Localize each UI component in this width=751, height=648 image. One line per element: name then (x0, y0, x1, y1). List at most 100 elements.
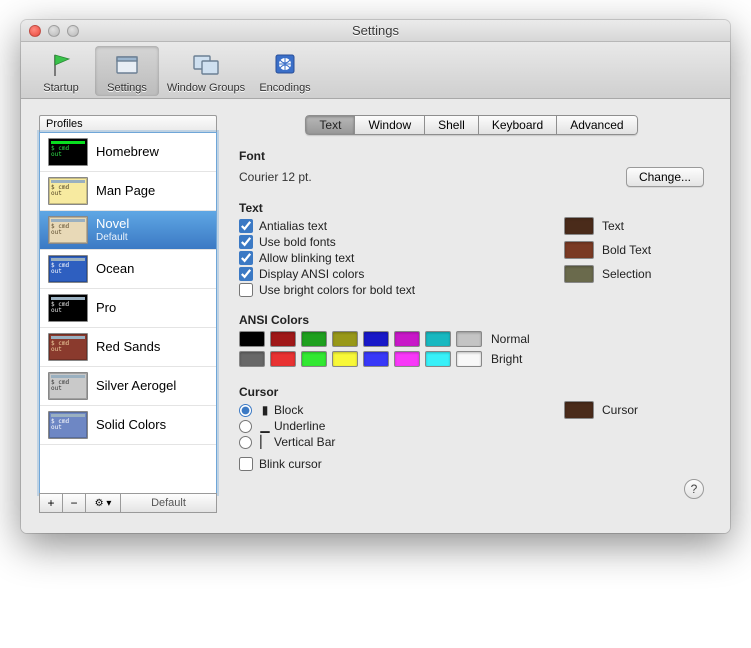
ansi-well[interactable] (456, 331, 482, 347)
toolbar-window-groups[interactable]: Window Groups (161, 46, 251, 96)
cursor-color-well[interactable] (564, 401, 594, 419)
ansi-well[interactable] (270, 331, 296, 347)
cursor-shape-radio-vertical-bar[interactable] (239, 436, 252, 449)
windows-icon (191, 50, 221, 80)
ansi-header: ANSI Colors (239, 313, 704, 327)
ansi-well[interactable] (239, 331, 265, 347)
help-button[interactable]: ? (684, 479, 704, 499)
settings-window: Settings Startup Settings Window Groups … (21, 20, 730, 533)
profile-name: Man Page (96, 184, 155, 199)
profile-name: NovelDefault (96, 217, 129, 243)
toolbar-settings[interactable]: Settings (95, 46, 159, 96)
profiles-list[interactable]: $ cmdoutHomebrew$ cmdoutMan Page$ cmdout… (39, 132, 217, 494)
profile-thumb: $ cmdout (48, 216, 88, 244)
blink-cursor-checkbox[interactable] (239, 457, 253, 471)
profile-red-sands[interactable]: $ cmdout Red Sands (40, 328, 216, 367)
text-option-label: Use bold fonts (259, 235, 336, 249)
profile-name: Red Sands (96, 340, 160, 355)
cursor-shape-label: Underline (274, 419, 325, 433)
window-title: Settings (21, 23, 730, 38)
ansi-section: ANSI Colors Normal Bright (239, 313, 704, 371)
text-option-label: Display ANSI colors (259, 267, 364, 281)
profile-thumb: $ cmdout (48, 411, 88, 439)
color-well-text[interactable] (564, 217, 594, 235)
font-description: Courier 12 pt. (239, 170, 312, 184)
profile-homebrew[interactable]: $ cmdout Homebrew (40, 133, 216, 172)
cursor-shape-radio-block[interactable] (239, 404, 252, 417)
cursor-glyph-icon: ▮ (260, 403, 270, 417)
text-option-label: Antialias text (259, 219, 327, 233)
color-well-selection[interactable] (564, 265, 594, 283)
ansi-row-label: Normal (491, 332, 530, 346)
ansi-well[interactable] (301, 331, 327, 347)
cursor-header: Cursor (239, 385, 542, 399)
profile-thumb: $ cmdout (48, 138, 88, 166)
text-option-checkbox-2[interactable] (239, 251, 253, 265)
profile-thumb: $ cmdout (48, 372, 88, 400)
ansi-well[interactable] (332, 331, 358, 347)
gear-icon: ⚙ (95, 498, 104, 509)
text-option-label: Allow blinking text (259, 251, 354, 265)
ansi-well[interactable] (425, 331, 451, 347)
remove-profile-button[interactable]: − (62, 493, 86, 513)
text-option-checkbox-1[interactable] (239, 235, 253, 249)
globe-icon (270, 50, 300, 80)
ansi-well[interactable] (363, 331, 389, 347)
ansi-well[interactable] (425, 351, 451, 367)
settings-panel: TextWindowShellKeyboardAdvanced Font Cou… (231, 115, 712, 513)
toolbar: Startup Settings Window Groups Encodings (21, 42, 730, 99)
ansi-well[interactable] (239, 351, 265, 367)
ansi-well[interactable] (456, 351, 482, 367)
change-font-button[interactable]: Change... (626, 167, 704, 187)
profile-ocean[interactable]: $ cmdout Ocean (40, 250, 216, 289)
profile-thumb: $ cmdout (48, 294, 88, 322)
profile-solid-colors[interactable]: $ cmdout Solid Colors (40, 406, 216, 445)
tab-text[interactable]: Text (305, 115, 355, 135)
profile-name: Homebrew (96, 145, 159, 160)
profile-thumb: $ cmdout (48, 333, 88, 361)
font-section: Font Courier 12 pt. Change... (239, 149, 704, 187)
text-section: Text Antialias text Use bold fonts Allow b… (239, 201, 704, 299)
text-header: Text (239, 201, 542, 215)
add-profile-button[interactable]: + (39, 493, 63, 513)
profile-name: Ocean (96, 262, 134, 277)
profile-silver-aerogel[interactable]: $ cmdoutSilver Aerogel (40, 367, 216, 406)
profile-man-page[interactable]: $ cmdout Man Page (40, 172, 216, 211)
ansi-well[interactable] (270, 351, 296, 367)
color-well-bold-text[interactable] (564, 241, 594, 259)
profile-name: Pro (96, 301, 116, 316)
ansi-well[interactable] (332, 351, 358, 367)
color-well-label: Bold Text (602, 243, 651, 257)
tab-window[interactable]: Window (355, 115, 425, 135)
set-default-button[interactable]: Default (120, 493, 217, 513)
profile-novel[interactable]: $ cmdout NovelDefault (40, 211, 216, 250)
text-option-checkbox-4[interactable] (239, 283, 253, 297)
color-well-label: Selection (602, 267, 651, 281)
profile-thumb: $ cmdout (48, 177, 88, 205)
toolbar-startup[interactable]: Startup (29, 46, 93, 96)
ansi-well[interactable] (301, 351, 327, 367)
tab-keyboard[interactable]: Keyboard (479, 115, 557, 135)
profile-pro[interactable]: $ cmdout Pro (40, 289, 216, 328)
cursor-well-label: Cursor (602, 403, 638, 417)
settings-tabs: TextWindowShellKeyboardAdvanced (305, 115, 637, 135)
font-header: Font (239, 149, 704, 163)
profiles-sidebar: Profiles $ cmdoutHomebrew$ cmdoutMan Pag… (39, 115, 217, 513)
profile-subtitle: Default (96, 232, 129, 244)
ansi-well[interactable] (394, 351, 420, 367)
cursor-shape-label: Vertical Bar (274, 435, 335, 449)
text-option-checkbox-3[interactable] (239, 267, 253, 281)
titlebar[interactable]: Settings (21, 20, 730, 42)
ansi-well[interactable] (363, 351, 389, 367)
profile-actions-button[interactable]: ⚙ ▾ (85, 493, 121, 513)
ansi-well[interactable] (394, 331, 420, 347)
sidebar-buttons: + − ⚙ ▾ Default (39, 493, 217, 513)
text-option-checkbox-0[interactable] (239, 219, 253, 233)
window-icon (112, 50, 142, 80)
profile-name: Solid Colors (96, 418, 166, 433)
tab-shell[interactable]: Shell (425, 115, 479, 135)
tab-advanced[interactable]: Advanced (557, 115, 637, 135)
toolbar-encodings[interactable]: Encodings (253, 46, 317, 96)
cursor-shape-radio-underline[interactable] (239, 420, 252, 433)
profile-thumb: $ cmdout (48, 255, 88, 283)
